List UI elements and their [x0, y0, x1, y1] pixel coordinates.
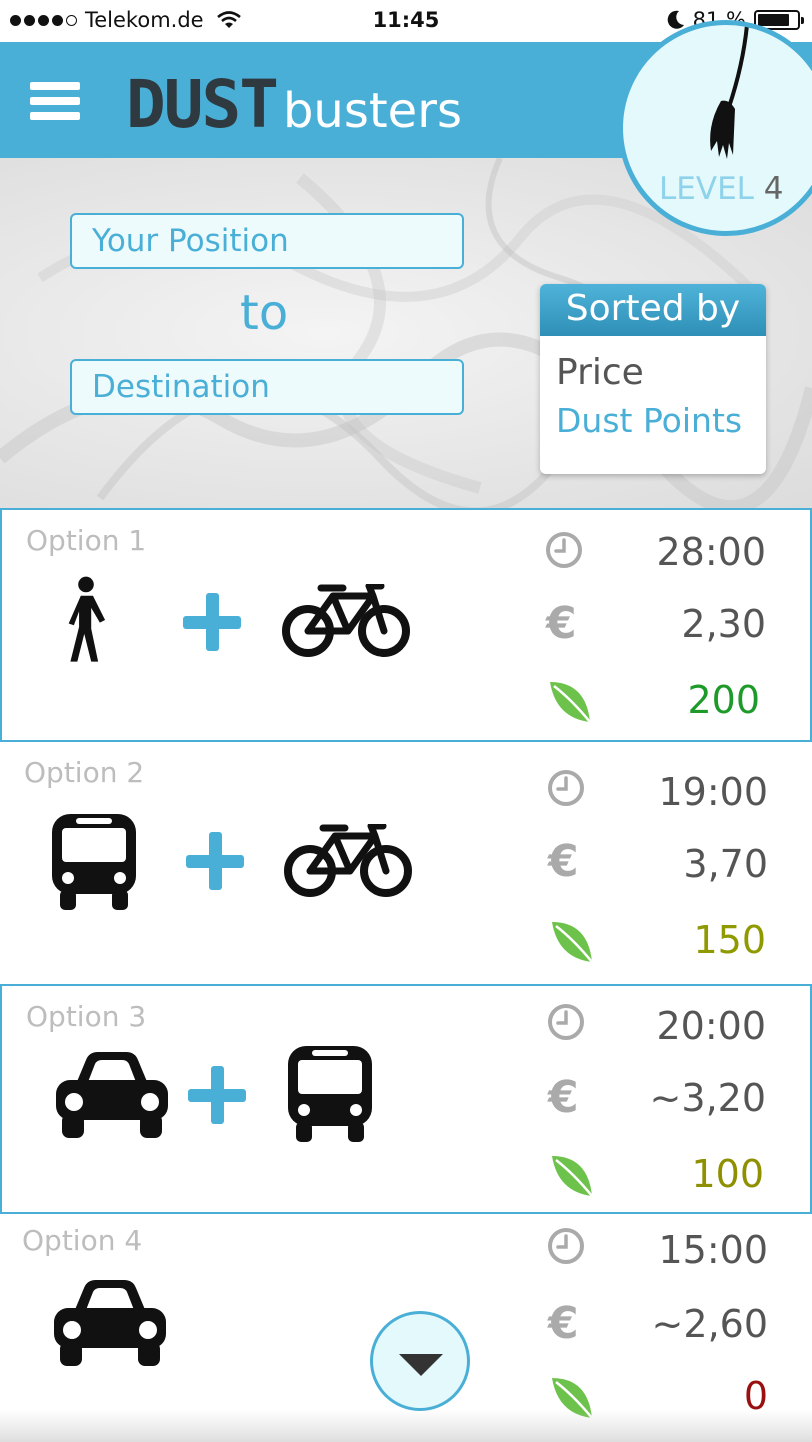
scroll-down-button[interactable]	[370, 1311, 470, 1411]
destination-input[interactable]: Destination	[70, 359, 464, 415]
option-label: Option 3	[26, 1000, 147, 1033]
option-price: 2,30	[681, 602, 766, 646]
car-icon	[52, 1278, 168, 1366]
moon-icon	[667, 10, 684, 29]
route-option-1[interactable]: Option 1 28:00 € 2,30 200	[0, 508, 812, 742]
option-price: ~2,60	[651, 1302, 768, 1346]
option-duration: 15:00	[658, 1228, 768, 1272]
level-text: LEVEL	[659, 171, 754, 207]
car-icon	[54, 1050, 170, 1138]
to-label: to	[240, 285, 289, 341]
option-duration: 28:00	[656, 530, 766, 574]
broom-icon	[710, 25, 749, 159]
option-label: Option 1	[26, 524, 147, 557]
bike-icon	[283, 824, 413, 898]
level-number: 4	[763, 171, 784, 207]
sort-title[interactable]: Sorted by	[540, 284, 766, 336]
option-dust-points: 100	[691, 1152, 764, 1196]
option-price: ~3,20	[649, 1076, 766, 1120]
option-dust-points: 150	[693, 918, 766, 962]
option-duration: 19:00	[658, 770, 768, 814]
option-label: Option 4	[22, 1224, 143, 1257]
hamburger-menu-icon[interactable]	[30, 82, 80, 120]
origin-input[interactable]: Your Position	[70, 213, 464, 269]
logo-dust-text: DUST	[126, 66, 279, 143]
sort-dropdown: Sorted by Price Dust Points	[540, 284, 766, 474]
plus-icon	[186, 832, 244, 890]
logo-busters-text: busters	[282, 83, 462, 139]
route-option-2[interactable]: Option 2 19:00 € 3,70 150	[0, 742, 812, 984]
option-price: 3,70	[683, 842, 768, 886]
bus-icon	[50, 810, 138, 910]
route-option-3[interactable]: Option 3 20:00 € ~3,20 100	[0, 984, 812, 1214]
bike-icon	[281, 584, 411, 658]
option-dust-points: 200	[687, 678, 760, 722]
plus-icon	[183, 593, 241, 651]
bottom-fade	[0, 1410, 812, 1442]
level-label: LEVEL 4	[659, 171, 784, 207]
walk-icon	[60, 570, 112, 670]
bus-icon	[286, 1042, 374, 1142]
app-logo: DUST busters	[126, 66, 462, 143]
plus-icon	[188, 1066, 246, 1124]
sort-option-price[interactable]: Price	[540, 352, 766, 393]
option-label: Option 2	[24, 756, 145, 789]
sort-option-dust-points[interactable]: Dust Points	[540, 401, 766, 440]
battery-fill	[758, 14, 789, 26]
option-duration: 20:00	[656, 1004, 766, 1048]
